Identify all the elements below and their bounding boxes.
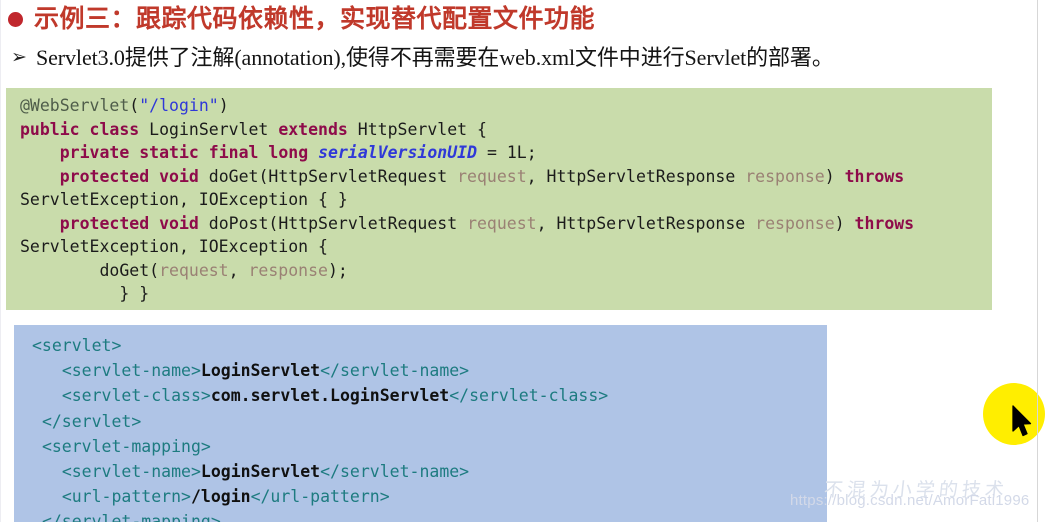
xml-tag-mapping-open: <servlet-mapping> [41,436,211,456]
java-arg-request: request [159,260,229,280]
java-keyword-long: long [268,143,309,162]
page-title: 示例三：跟踪代码依赖性，实现替代配置文件功能 [8,2,1028,36]
xml-value-servlet-class: com.servlet.LoginServlet [210,386,450,406]
java-code-line: ServletException, IOException { [20,237,328,256]
arrow-bullet-icon: ➢ [11,47,27,68]
bullet-circle-icon [8,11,23,27]
java-field-value: 1L [506,143,527,162]
mouse-pointer-icon [1012,405,1034,439]
java-code-line: @WebServlet("/login") [20,96,229,115]
java-param-request: request [457,166,527,186]
xml-tag-servlet-class-close: </servlet-class> [449,386,609,406]
java-keyword-static: static [139,143,199,162]
xml-code-line: <servlet-mapping> [14,434,827,459]
java-param-request: request [467,213,537,233]
slide-left-border [0,0,1,522]
xml-tag-servlet-open: <servlet> [32,336,122,355]
slide-canvas: 示例三：跟踪代码依赖性，实现替代配置文件功能 ➢ Servlet3.0提供了注解… [0,0,1045,522]
java-code-line: private static final long serialVersionU… [59,143,537,162]
watermark-calligraphy: 不混为小学的技术 [822,479,1010,501]
java-super-class: HttpServlet [357,119,468,139]
java-code-line: } } [20,284,150,303]
xml-tag-url-pattern-close: </url-pattern> [250,487,390,507]
java-keyword-void: void [159,213,199,233]
java-keyword-protected: protected [59,166,150,186]
java-keyword-class: class [89,119,140,139]
xml-tag-servlet-class-open: <servlet-class> [61,386,211,406]
xml-code-line: <servlet> [14,333,827,358]
xml-value-url-pattern: /login [190,487,251,507]
watermark: 不混为小学的技术 https://blog.csdn.net/AmorFati1… [790,479,1045,514]
xml-code-line: <servlet-name>LoginServlet</servlet-name… [14,459,827,484]
java-class-name: LoginServlet [149,119,269,139]
xml-code-line: </servlet> [14,409,827,434]
java-keyword-protected: protected [59,213,150,233]
xml-code-line: </servlet-mapping> [14,509,827,522]
xml-tag-servlet-name-open: <servlet-name> [61,462,201,482]
java-param-response: response [745,166,825,186]
sub-bullet-text: Servlet3.0提供了注解(annotation),使得不再需要在web.x… [36,45,834,70]
java-keyword-throws: throws [844,166,905,186]
java-keyword-public: public [20,119,80,139]
java-arg-response: response [248,260,328,280]
java-param-response: response [755,213,835,233]
xml-tag-servlet-name-close: </servlet-name> [320,361,470,381]
xml-code-line: <servlet-name>LoginServlet</servlet-name… [14,358,827,383]
java-string-token: "/login" [139,96,219,115]
java-code-line: public class LoginServlet extends HttpSe… [20,119,487,139]
xml-tag-servlet-name-close: </servlet-name> [320,462,470,482]
xml-code-line: <servlet-class>com.servlet.LoginServlet<… [14,383,827,408]
java-keyword-final: final [208,143,259,162]
java-keyword-throws: throws [854,213,915,233]
java-code-block: @WebServlet("/login") public class Login… [6,88,992,310]
xml-code-line: <url-pattern>/login</url-pattern> [14,484,827,509]
java-code-line: protected void doGet(HttpServletRequest … [59,166,905,186]
java-annotation-token: @WebServlet [20,96,130,115]
xml-value-servlet-name: LoginServlet [200,361,321,381]
java-keyword-extends: extends [278,119,348,139]
java-keyword-void: void [159,166,199,186]
java-keyword-private: private [59,143,130,162]
xml-tag-mapping-close: </servlet-mapping> [41,512,221,522]
xml-tag-url-pattern-open: <url-pattern> [61,487,191,507]
java-code-line: ServletException, IOException { } [20,190,348,209]
java-code-line: doGet(request, response); [20,260,348,280]
page-title-text: 示例三：跟踪代码依赖性，实现替代配置文件功能 [34,4,596,33]
xml-code-block: <servlet> <servlet-name>LoginServlet</se… [14,325,827,522]
xml-tag-servlet-close: </servlet> [41,411,142,431]
java-field-serialversionuid: serialVersionUID [318,143,478,162]
sub-bullet-line: ➢ Servlet3.0提供了注解(annotation),使得不再需要在web… [10,42,1040,74]
xml-value-servlet-name: LoginServlet [200,462,321,482]
slide-right-border [1037,0,1038,522]
java-code-line: protected void doPost(HttpServletRequest… [59,213,915,233]
xml-tag-servlet-name-open: <servlet-name> [61,361,201,381]
